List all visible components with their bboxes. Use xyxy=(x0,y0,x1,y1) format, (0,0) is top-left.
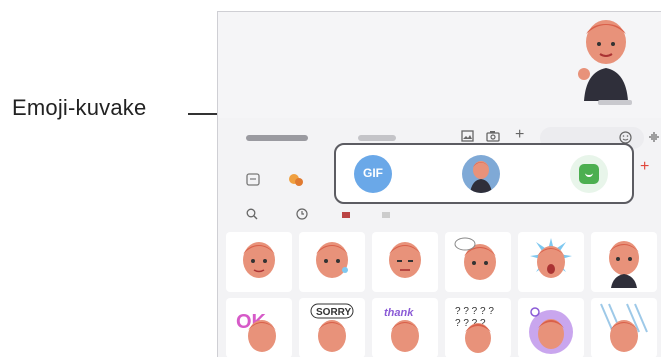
sticker-caption xyxy=(598,100,632,105)
emoji-avatar-icon[interactable] xyxy=(462,155,500,193)
emoji-avatar-figure xyxy=(470,161,492,193)
callout-label: Emoji-kuvake xyxy=(12,95,147,120)
sticker-cell[interactable] xyxy=(226,232,292,292)
sticker-filters xyxy=(218,202,661,230)
emoji-tab-icon[interactable] xyxy=(285,169,307,191)
category-icon[interactable] xyxy=(342,212,350,218)
gif-icon[interactable]: GIF xyxy=(354,155,392,193)
sticker-cell[interactable]: OK xyxy=(226,298,292,357)
sticker-cell[interactable]: SORRY xyxy=(299,298,365,357)
emoji-highlight-box: GIF xyxy=(334,143,634,204)
sticker-tab-icon[interactable] xyxy=(242,169,264,191)
category-icon[interactable] xyxy=(382,212,390,218)
svg-text:SORRY: SORRY xyxy=(316,307,352,318)
svg-text:thank: thank xyxy=(384,307,414,319)
sticker-grid: OK SORRY thank ? ? ? ? ?? ? ? ? xyxy=(222,232,661,357)
blurred-text xyxy=(358,135,396,141)
gif-label: GIF xyxy=(363,166,383,180)
sticker-cell[interactable]: thank xyxy=(372,298,438,357)
sticker-cell[interactable] xyxy=(518,232,584,292)
sent-emoji-sticker xyxy=(578,20,628,101)
sticker-cell[interactable] xyxy=(591,232,657,292)
recent-clock-icon[interactable] xyxy=(296,208,308,223)
sticker-cell[interactable] xyxy=(591,298,657,357)
sticker-cell[interactable]: ? ? ? ? ?? ? ? ? xyxy=(445,298,511,357)
add-sticker-plus-icon[interactable]: + xyxy=(640,158,649,176)
plus-icon[interactable]: + xyxy=(515,127,524,143)
sticker-cell[interactable] xyxy=(299,232,365,292)
search-icon[interactable] xyxy=(246,208,258,223)
sticker-cell[interactable] xyxy=(372,232,438,292)
voice-wave-icon[interactable] xyxy=(648,131,660,146)
sticker-cell[interactable] xyxy=(445,232,511,292)
chat-area xyxy=(218,12,661,118)
bitmoji-icon[interactable] xyxy=(570,155,608,193)
svg-text:? ? ? ? ?: ? ? ? ? ? xyxy=(455,306,494,317)
bitmoji-glyph xyxy=(579,164,599,184)
blurred-text xyxy=(246,135,308,141)
sticker-cell[interactable] xyxy=(518,298,584,357)
